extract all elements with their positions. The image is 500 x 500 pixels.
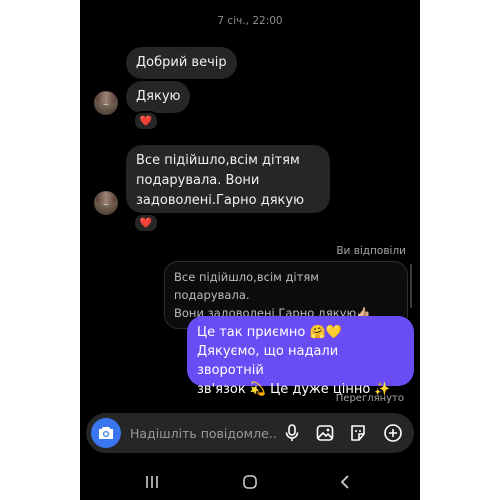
incoming-message[interactable]: Дякую	[126, 81, 190, 113]
message-line: Все підійшло,всім дітям	[136, 153, 300, 168]
outgoing-message[interactable]: Це так приємно 🤗💛 Дякуємо, що надали зво…	[187, 316, 414, 397]
message-line: задоволені.Гарно дякую👍🏼	[136, 193, 305, 228]
system-navigation-bar	[80, 466, 420, 500]
recent-apps-icon[interactable]	[142, 472, 162, 492]
incoming-message[interactable]: Все підійшло,всім дітям подарувала. Вони…	[126, 145, 330, 228]
message-line: Дякуємо, що надали зворотній	[197, 344, 339, 378]
gallery-icon[interactable]	[315, 423, 335, 443]
heart-icon: ❤️	[139, 217, 153, 229]
heart-icon: ❤️	[139, 115, 153, 127]
camera-icon	[99, 427, 113, 439]
message-line: подарувала. Вони	[136, 173, 260, 188]
microphone-icon[interactable]	[282, 423, 302, 443]
seen-status: Переглянуто	[335, 393, 404, 404]
message-text: Дякую	[136, 89, 181, 104]
message-text: Добрий вечір	[136, 55, 227, 70]
heart-reaction[interactable]: ❤️	[133, 213, 159, 233]
sticker-icon[interactable]	[348, 423, 368, 443]
plus-icon[interactable]	[383, 423, 403, 443]
chat-screen: 7 січ., 22:00 Добрий вечір Дякую ❤️ Все …	[80, 0, 420, 500]
reply-indicator	[410, 264, 412, 308]
sender-avatar[interactable]	[94, 91, 118, 115]
message-input[interactable]	[130, 413, 276, 453]
back-icon[interactable]	[336, 472, 356, 492]
message-composer	[86, 413, 414, 453]
message-line: Це так приємно 🤗💛	[197, 325, 342, 340]
home-icon[interactable]	[240, 472, 260, 492]
replied-label: Ви відповіли	[336, 245, 406, 257]
quoted-line: Все підійшло,всім дітям подарувала.	[174, 270, 319, 302]
incoming-message[interactable]: Добрий вечір	[126, 47, 237, 79]
message-timestamp: 7 січ., 22:00	[217, 15, 283, 27]
heart-reaction[interactable]: ❤️	[133, 111, 159, 131]
camera-button[interactable]	[91, 418, 121, 448]
sender-avatar[interactable]	[94, 191, 118, 215]
